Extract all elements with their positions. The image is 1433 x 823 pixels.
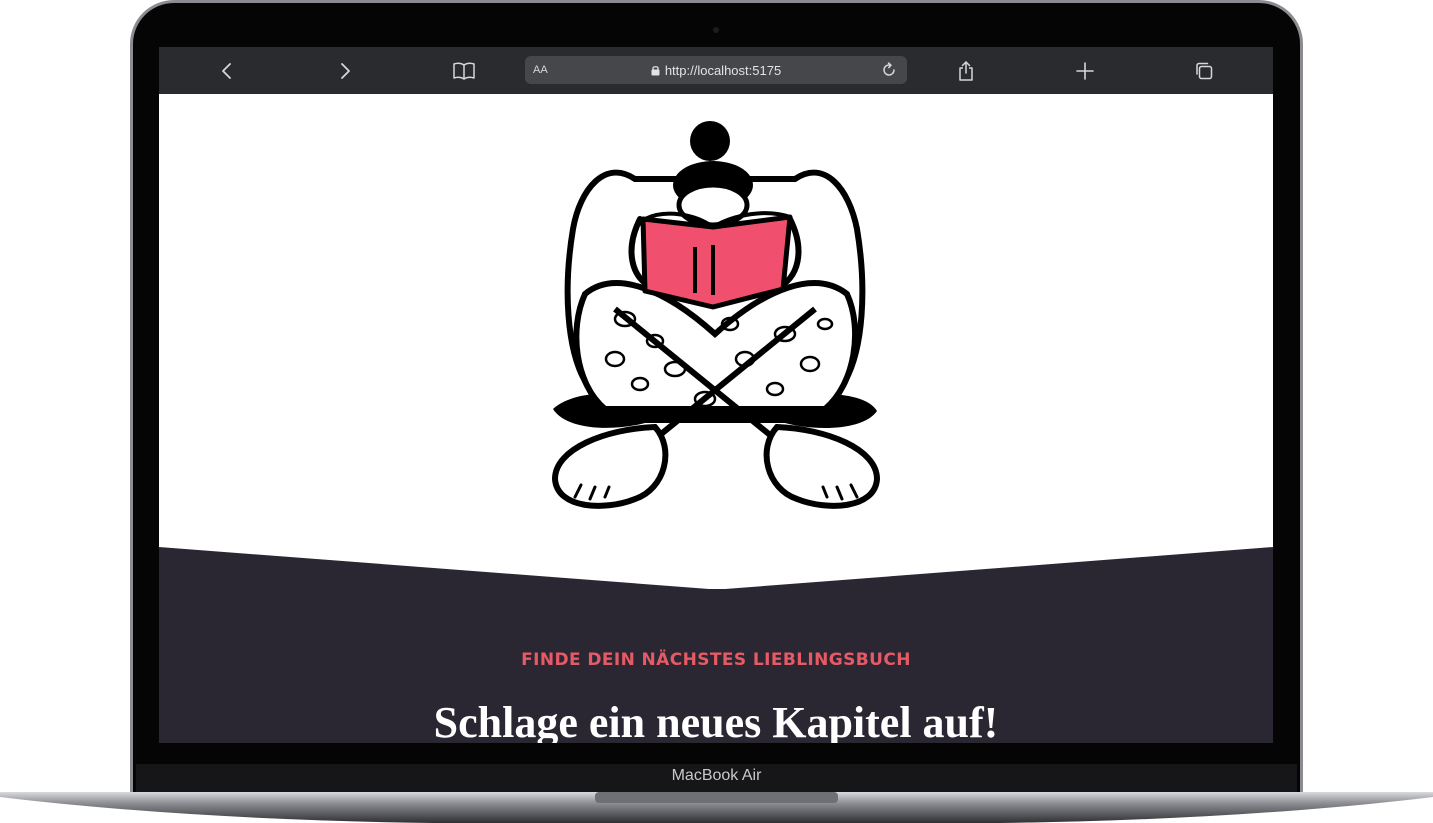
browser-window: AA http://localhost:5175 FINDE DEIN NÄCH… — [159, 47, 1273, 743]
device-model-label: MacBook Air — [671, 767, 762, 784]
browser-toolbar: AA http://localhost:5175 — [159, 47, 1273, 94]
reader-text-size-button[interactable]: AA — [533, 56, 548, 84]
new-tab-button[interactable] — [1063, 47, 1107, 94]
tabs-icon — [1196, 62, 1213, 79]
url-display: http://localhost:5175 — [525, 56, 907, 84]
laptop-base — [0, 792, 1433, 823]
reload-icon — [883, 62, 895, 76]
hero-headline: Schlage ein neues Kapitel auf! — [433, 698, 999, 743]
book-icon — [453, 62, 475, 80]
camera — [713, 27, 719, 33]
bookmarks-button[interactable] — [442, 47, 486, 94]
url-text: http://localhost:5175 — [664, 62, 782, 78]
forward-button[interactable] — [323, 47, 367, 94]
share-button[interactable] — [944, 47, 988, 94]
lock-icon — [651, 65, 660, 75]
hero-eyebrow: FINDE DEIN NÄCHSTES LIEBLINGSBUCH — [521, 650, 911, 670]
tabs-overview-button[interactable] — [1182, 47, 1226, 94]
address-bar[interactable]: AA http://localhost:5175 — [525, 56, 907, 84]
person-reading-book-illustration — [551, 121, 881, 509]
plus-icon — [1076, 61, 1094, 80]
chevron-right-icon — [341, 62, 350, 79]
reload-button[interactable] — [877, 56, 901, 84]
laptop-mockup: AA http://localhost:5175 FINDE DEIN NÄCH… — [0, 0, 1433, 823]
chevron-left-icon — [222, 62, 231, 79]
back-button[interactable] — [205, 47, 249, 94]
share-icon — [959, 60, 973, 81]
